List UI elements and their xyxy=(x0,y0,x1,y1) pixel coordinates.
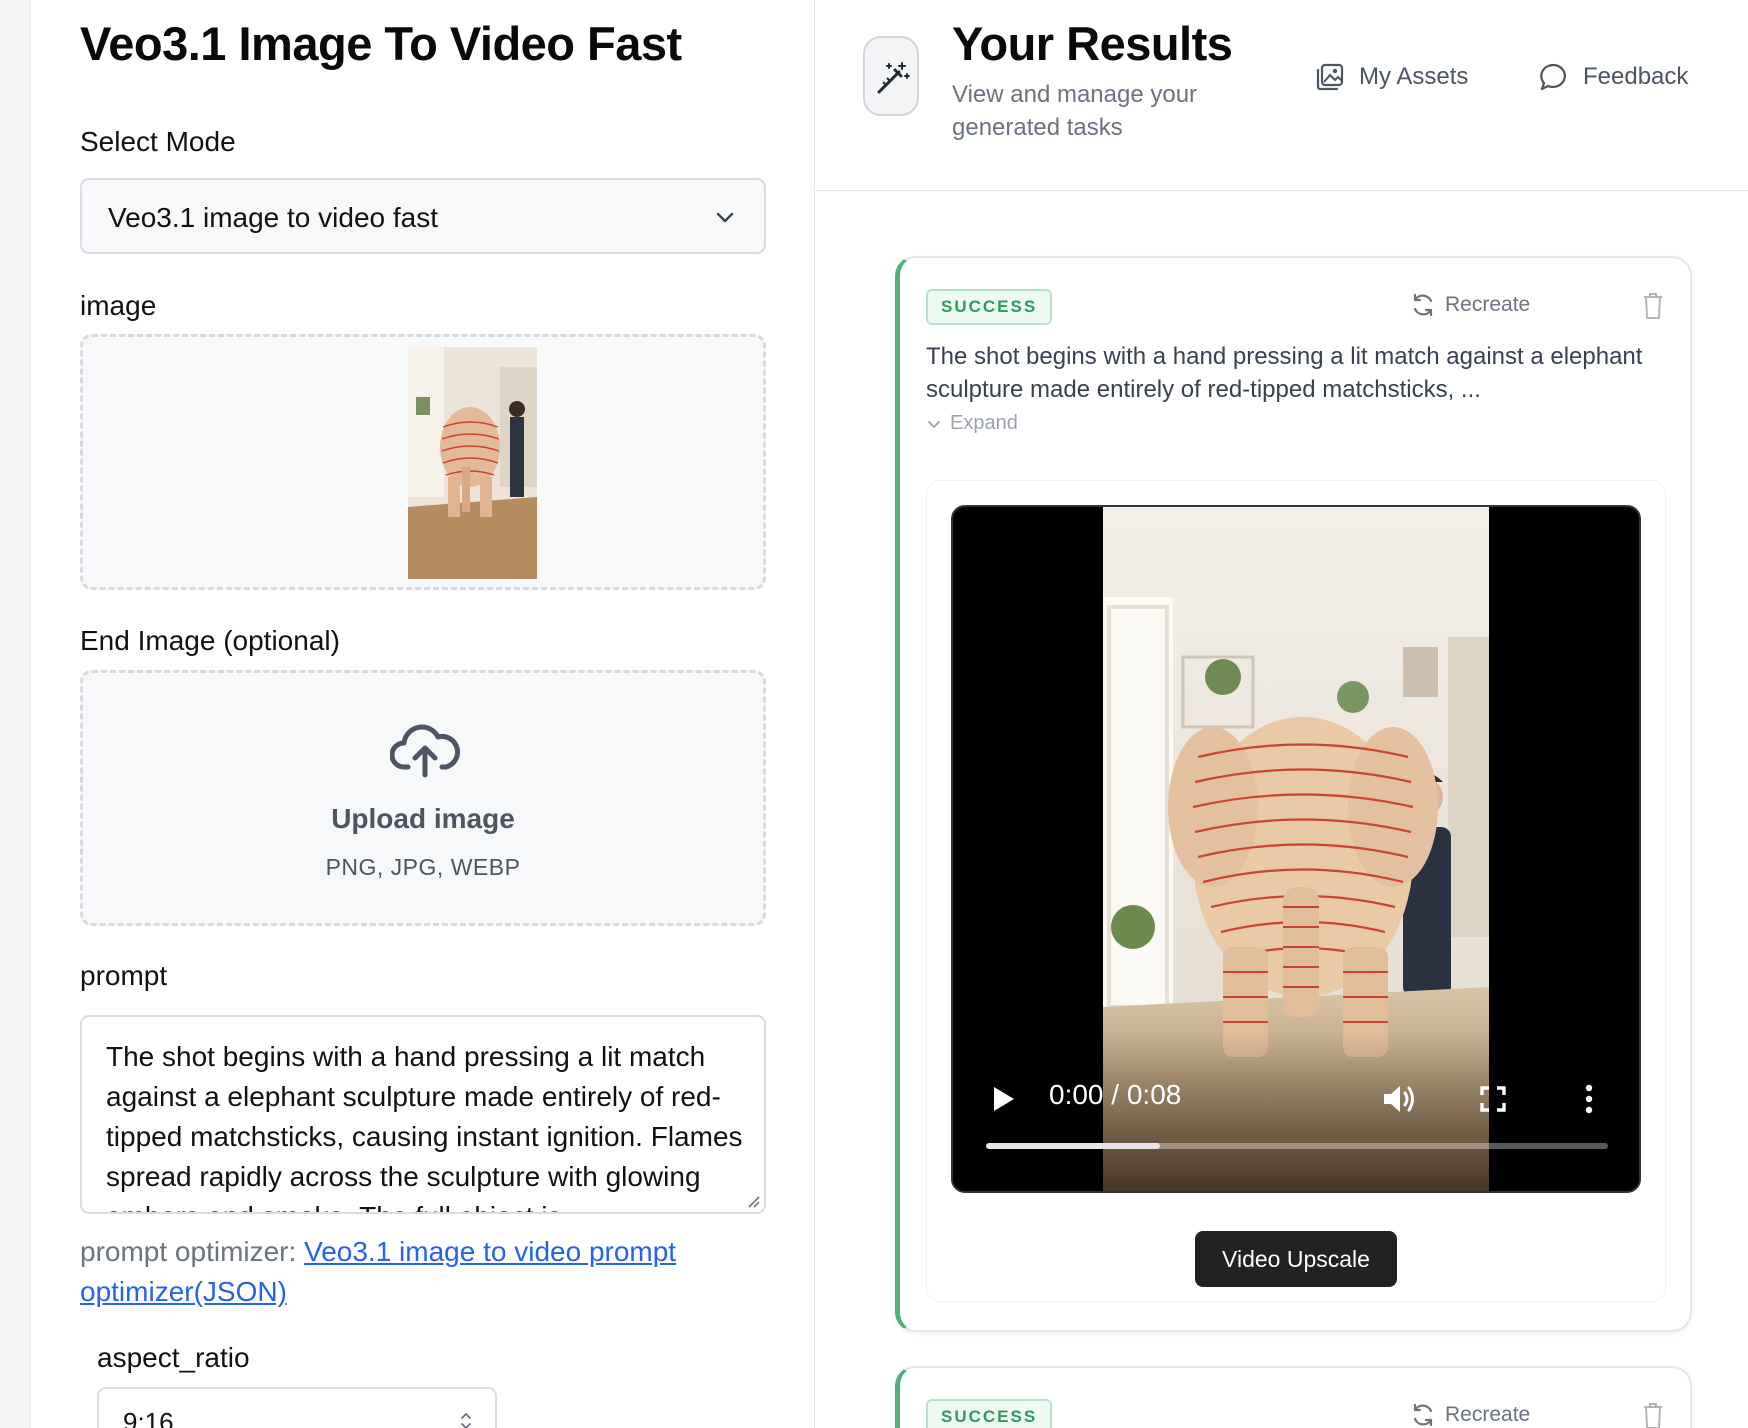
refresh-icon xyxy=(1413,1403,1433,1427)
video-controls-shade xyxy=(953,1031,1639,1191)
trash-icon[interactable] xyxy=(1643,1402,1663,1428)
status-badge: SUCCESS xyxy=(926,289,1053,325)
left-gutter xyxy=(0,0,31,1428)
end-image-label: End Image (optional) xyxy=(80,625,340,656)
chevron-down-icon xyxy=(716,212,734,223)
status-badge: SUCCESS xyxy=(926,1399,1053,1428)
result-card: SUCCESS Recreate xyxy=(895,1366,1692,1428)
result-prompt-text: The shot begins with a hand pressing a l… xyxy=(926,343,1643,403)
video-upscale-button[interactable]: Video Upscale xyxy=(1195,1231,1397,1287)
result-card: SUCCESS Recreate The shot begins with a … xyxy=(895,256,1692,1332)
more-vertical-icon[interactable] xyxy=(1583,1083,1595,1115)
recreate-button[interactable]: Recreate xyxy=(1410,292,1530,318)
feedback-link[interactable]: Feedback xyxy=(1539,58,1688,96)
aspect-ratio-select[interactable]: 9:16 xyxy=(97,1387,497,1428)
chevron-down-icon xyxy=(928,420,940,428)
recreate-button[interactable]: Recreate xyxy=(1410,1402,1530,1428)
trash-icon[interactable] xyxy=(1643,292,1663,320)
results-icon-badge xyxy=(863,36,919,116)
image-label: image xyxy=(80,290,157,321)
generator-panel: Veo3.1 Image To Video Fast Select Mode V… xyxy=(31,0,814,1428)
up-down-icon xyxy=(461,1412,471,1428)
results-subtitle: View and manage your generated tasks xyxy=(952,81,1198,141)
header-divider xyxy=(815,190,1748,191)
feedback-label: Feedback xyxy=(1583,63,1689,90)
mode-select-value: Veo3.1 image to video fast xyxy=(108,202,438,233)
prompt-optimizer: prompt optimizer: Veo3.1 image to video … xyxy=(80,1232,770,1312)
play-icon[interactable] xyxy=(991,1085,1017,1113)
expand-button[interactable]: Expand xyxy=(926,412,1018,435)
video-time: 0:00 / 0:08 xyxy=(1049,1079,1181,1111)
results-title: Your Results xyxy=(952,17,1233,70)
aspect-ratio-value: 9:16 xyxy=(123,1407,174,1428)
page-title: Veo3.1 Image To Video Fast xyxy=(80,17,682,70)
video-player[interactable]: 0:00 / 0:08 xyxy=(951,505,1641,1193)
recreate-label: Recreate xyxy=(1445,1403,1531,1426)
end-image-dropzone[interactable]: Upload image PNG, JPG, WEBP xyxy=(80,670,766,926)
resize-handle-icon[interactable] xyxy=(746,1194,760,1208)
time-separator: / xyxy=(1111,1079,1120,1110)
fullscreen-icon[interactable] xyxy=(1479,1085,1507,1113)
prompt-text: The shot begins with a hand pressing a l… xyxy=(106,1041,743,1212)
upload-image-title: Upload image xyxy=(331,803,515,834)
prompt-label: prompt xyxy=(80,960,168,991)
video-progress-fill xyxy=(986,1143,1161,1149)
current-time: 0:00 xyxy=(1049,1079,1104,1110)
select-mode-label: Select Mode xyxy=(80,126,236,157)
chat-bubble-icon xyxy=(1540,63,1566,91)
duration: 0:08 xyxy=(1126,1079,1182,1110)
media-frame: 0:00 / 0:08 Video Upscale xyxy=(926,480,1666,1302)
my-assets-link[interactable]: My Assets xyxy=(1315,58,1468,96)
expand-label: Expand xyxy=(950,412,1018,434)
results-panel: Your Results View and manage your genera… xyxy=(815,0,1748,1428)
prompt-textarea[interactable]: The shot begins with a hand pressing a l… xyxy=(80,1015,766,1214)
recreate-label: Recreate xyxy=(1445,293,1531,316)
uploaded-image-thumbnail[interactable] xyxy=(408,347,537,579)
optimizer-prefix: prompt optimizer: xyxy=(80,1236,305,1267)
image-gallery-icon xyxy=(1316,63,1344,91)
volume-icon[interactable] xyxy=(1381,1083,1417,1115)
video-progress-bar[interactable] xyxy=(986,1143,1608,1149)
magic-wand-icon xyxy=(877,62,910,94)
aspect-ratio-label: aspect_ratio xyxy=(97,1342,250,1373)
mode-select[interactable]: Veo3.1 image to video fast xyxy=(80,178,766,254)
image-dropzone[interactable] xyxy=(80,334,766,590)
refresh-icon xyxy=(1413,293,1433,317)
my-assets-label: My Assets xyxy=(1359,63,1469,90)
cloud-upload-icon xyxy=(390,724,460,778)
upload-formats: PNG, JPG, WEBP xyxy=(325,854,521,880)
